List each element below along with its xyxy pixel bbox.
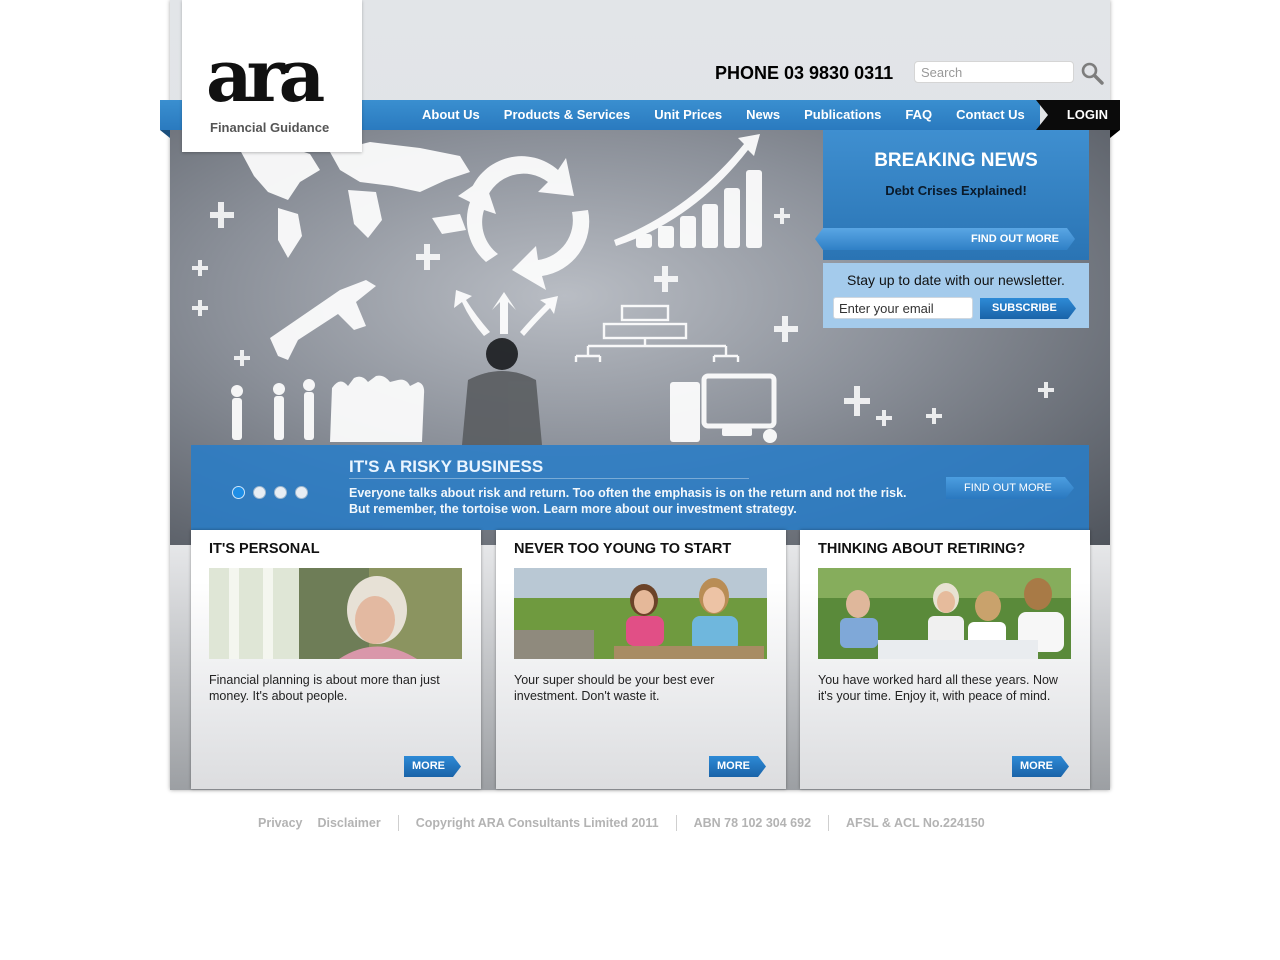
breaking-news-find-out-more-button[interactable]: FIND OUT MORE xyxy=(815,228,1075,250)
card-its-personal: IT'S PERSONAL Financial planning is abou… xyxy=(191,530,481,789)
more-button[interactable]: MORE xyxy=(1012,756,1069,777)
world-map-africa xyxy=(348,190,382,238)
card-photo-older-woman xyxy=(209,568,462,659)
nav-products-services[interactable]: Products & Services xyxy=(492,100,642,130)
slider-dots xyxy=(232,486,308,499)
breaking-news-subtitle[interactable]: Debt Crises Explained! xyxy=(823,183,1089,198)
nav-about-us[interactable]: About Us xyxy=(410,100,492,130)
footer-privacy-link[interactable]: Privacy xyxy=(258,816,302,830)
footer-afsl: AFSL & ACL No.224150 xyxy=(846,816,985,830)
footer-divider xyxy=(397,815,399,831)
footer-divider xyxy=(828,815,830,831)
nav-contact-us[interactable]: Contact Us xyxy=(944,100,1037,130)
card-never-too-young: NEVER TOO YOUNG TO START Your super shou… xyxy=(496,530,786,789)
airplane xyxy=(270,280,376,360)
crowd-silhouette xyxy=(330,375,425,442)
footer: Privacy Disclaimer Copyright ARA Consult… xyxy=(258,815,985,831)
logo-tagline: Financial Guidance xyxy=(210,120,330,135)
more-button[interactable]: MORE xyxy=(709,756,766,777)
breaking-news-title: BREAKING NEWS xyxy=(874,150,1038,171)
email-field[interactable] xyxy=(833,297,973,319)
newsletter-panel: Stay up to date with our newsletter. SUB… xyxy=(823,263,1089,328)
card-title: IT'S PERSONAL xyxy=(209,541,320,557)
card-photo-retirees xyxy=(818,568,1071,659)
login-ribbon-fold xyxy=(1110,130,1120,138)
computer-mouse xyxy=(763,429,777,443)
more-button[interactable]: MORE xyxy=(404,756,461,777)
computer-tower xyxy=(670,382,700,442)
footer-divider xyxy=(675,815,677,831)
world-map-americas-south xyxy=(278,208,302,258)
slider-dot-1[interactable] xyxy=(232,486,245,499)
footer-abn: ABN 78 102 304 692 xyxy=(693,816,812,830)
slider-dot-2[interactable] xyxy=(253,486,266,499)
subscribe-button[interactable]: SUBSCRIBE xyxy=(980,298,1076,319)
world-map-australia xyxy=(432,214,466,234)
banner-divider xyxy=(349,478,749,479)
login-button[interactable]: LOGIN xyxy=(1036,100,1120,130)
computer-monitor xyxy=(701,373,777,429)
businessman-head xyxy=(486,338,518,370)
banner-title: IT'S A RISKY BUSINESS xyxy=(349,457,544,476)
org-chart xyxy=(620,304,670,322)
world-map-americas-north xyxy=(240,144,320,200)
card-photo-young-women xyxy=(514,568,767,659)
card-title: THINKING ABOUT RETIRING? xyxy=(818,541,1026,557)
nav-ribbon-fold xyxy=(160,130,170,138)
search-icon[interactable] xyxy=(1080,61,1104,85)
newsletter-text: Stay up to date with our newsletter. xyxy=(847,272,1065,288)
nav-faq[interactable]: FAQ xyxy=(893,100,944,130)
card-title: NEVER TOO YOUNG TO START xyxy=(514,541,732,557)
banner-find-out-more-button[interactable]: FIND OUT MORE xyxy=(946,477,1074,499)
card-thinking-retiring: THINKING ABOUT RETIRING? You have worked… xyxy=(800,530,1090,789)
card-text: Your super should be your best ever inve… xyxy=(514,673,715,703)
card-text: Financial planning is about more than ju… xyxy=(209,673,440,703)
search-input[interactable] xyxy=(914,61,1074,83)
logo-mark: ara xyxy=(206,33,325,118)
phone-number: PHONE 03 9830 0311 xyxy=(715,63,894,83)
logo[interactable]: ara Financial Guidance xyxy=(182,0,362,152)
feature-banner: IT'S A RISKY BUSINESS Everyone talks abo… xyxy=(191,445,1089,530)
businessman-body xyxy=(462,371,542,445)
footer-disclaimer-link[interactable]: Disclaimer xyxy=(317,816,380,830)
card-text: You have worked hard all these years. No… xyxy=(818,673,1058,703)
nav-publications[interactable]: Publications xyxy=(792,100,893,130)
main-nav: About Us Products & Services Unit Prices… xyxy=(410,100,1037,130)
nav-news[interactable]: News xyxy=(734,100,792,130)
slider-dot-4[interactable] xyxy=(295,486,308,499)
nav-unit-prices[interactable]: Unit Prices xyxy=(642,100,734,130)
banner-text: Everyone talks about risk and return. To… xyxy=(349,486,907,516)
person-silhouette xyxy=(232,398,242,440)
footer-copyright: Copyright ARA Consultants Limited 2011 xyxy=(415,816,659,830)
slider-dot-3[interactable] xyxy=(274,486,287,499)
